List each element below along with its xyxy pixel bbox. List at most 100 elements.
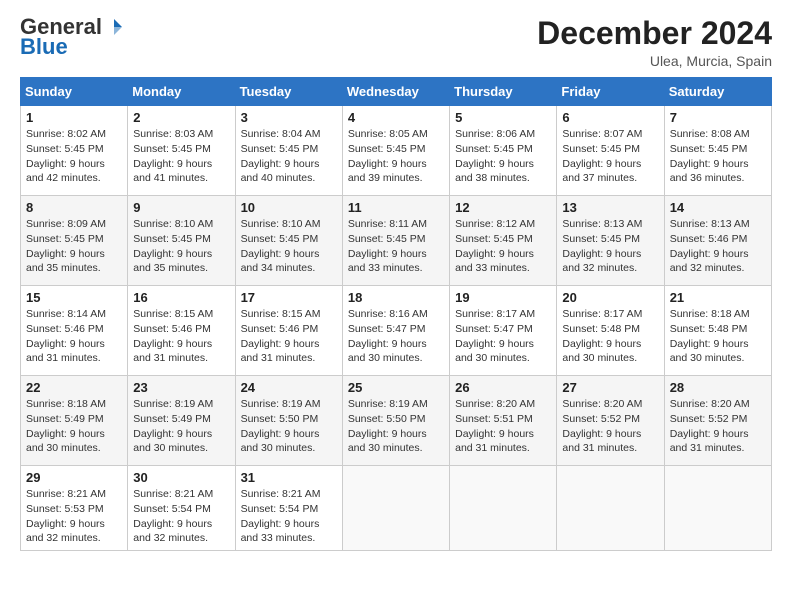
weekday-header: Saturday (664, 78, 771, 106)
calendar-cell: 12Sunrise: 8:12 AMSunset: 5:45 PMDayligh… (450, 196, 557, 286)
calendar-week-row: 29 Sunrise: 8:21 AMSunset: 5:53 PMDayligh… (21, 466, 772, 551)
calendar-cell: 23Sunrise: 8:19 AMSunset: 5:49 PMDayligh… (128, 376, 235, 466)
calendar-cell: 9Sunrise: 8:10 AMSunset: 5:45 PMDaylight… (128, 196, 235, 286)
calendar-cell: 3Sunrise: 8:04 AMSunset: 5:45 PMDaylight… (235, 106, 342, 196)
weekday-header-row: SundayMondayTuesdayWednesdayThursdayFrid… (21, 78, 772, 106)
cell-details: Sunrise: 8:17 AMSunset: 5:48 PMDaylight:… (562, 307, 658, 366)
title-block: December 2024 Ulea, Murcia, Spain (537, 16, 772, 69)
calendar-cell (342, 466, 449, 551)
cell-details: Sunrise: 8:08 AMSunset: 5:45 PMDaylight:… (670, 127, 766, 186)
cell-details: Sunrise: 8:13 AMSunset: 5:46 PMDaylight:… (670, 217, 766, 276)
weekday-header: Sunday (21, 78, 128, 106)
calendar-cell: 13 Sunrise: 8:13 AMSunset: 5:45 PMDayligh… (557, 196, 664, 286)
cell-details: Sunrise: 8:05 AMSunset: 5:45 PMDaylight:… (348, 127, 444, 186)
day-number: 4 (348, 110, 444, 125)
day-number: 29 (26, 470, 122, 485)
day-number: 15 (26, 290, 122, 305)
day-number: 21 (670, 290, 766, 305)
cell-details: Sunrise: 8:02 AMSunset: 5:45 PMDaylight:… (26, 127, 122, 186)
day-number: 6 (562, 110, 658, 125)
logo-blue-text: Blue (20, 34, 68, 60)
day-number: 27 (562, 380, 658, 395)
cell-details: Sunrise: 8:06 AMSunset: 5:45 PMDaylight:… (455, 127, 551, 186)
cell-details: Sunrise: 8:21 AMSunset: 5:54 PMDaylight:… (241, 487, 337, 546)
calendar-week-row: 15 Sunrise: 8:14 AMSunset: 5:46 PMDayligh… (21, 286, 772, 376)
cell-details: Sunrise: 8:15 AMSunset: 5:46 PMDaylight:… (241, 307, 337, 366)
day-number: 31 (241, 470, 337, 485)
calendar-cell: 16 Sunrise: 8:15 AMSunset: 5:46 PMDayligh… (128, 286, 235, 376)
day-number: 13 (562, 200, 658, 215)
cell-details: Sunrise: 8:15 AMSunset: 5:46 PMDaylight:… (133, 307, 229, 366)
calendar-week-row: 1 Sunrise: 8:02 AMSunset: 5:45 PMDaylight… (21, 106, 772, 196)
cell-details: Sunrise: 8:07 AMSunset: 5:45 PMDaylight:… (562, 127, 658, 186)
day-number: 5 (455, 110, 551, 125)
calendar-cell: 4 Sunrise: 8:05 AMSunset: 5:45 PMDaylight… (342, 106, 449, 196)
calendar-table: SundayMondayTuesdayWednesdayThursdayFrid… (20, 77, 772, 551)
day-number: 30 (133, 470, 229, 485)
day-number: 25 (348, 380, 444, 395)
cell-details: Sunrise: 8:21 AMSunset: 5:53 PMDaylight:… (26, 487, 122, 546)
day-number: 2 (133, 110, 229, 125)
weekday-header: Friday (557, 78, 664, 106)
calendar-cell: 14 Sunrise: 8:13 AMSunset: 5:46 PMDayligh… (664, 196, 771, 286)
calendar-cell: 8Sunrise: 8:09 AMSunset: 5:45 PMDaylight… (21, 196, 128, 286)
month-title: December 2024 (537, 16, 772, 51)
cell-details: Sunrise: 8:20 AMSunset: 5:51 PMDaylight:… (455, 397, 551, 456)
calendar-cell: 18 Sunrise: 8:16 AMSunset: 5:47 PMDayligh… (342, 286, 449, 376)
calendar-week-row: 8Sunrise: 8:09 AMSunset: 5:45 PMDaylight… (21, 196, 772, 286)
cell-details: Sunrise: 8:21 AMSunset: 5:54 PMDaylight:… (133, 487, 229, 546)
logo-flag-icon (104, 17, 124, 37)
day-number: 18 (348, 290, 444, 305)
day-number: 10 (241, 200, 337, 215)
calendar-cell: 21 Sunrise: 8:18 AMSunset: 5:48 PMDayligh… (664, 286, 771, 376)
day-number: 8 (26, 200, 122, 215)
weekday-header: Monday (128, 78, 235, 106)
calendar-cell: 28 Sunrise: 8:20 AMSunset: 5:52 PMDayligh… (664, 376, 771, 466)
calendar-cell: 20 Sunrise: 8:17 AMSunset: 5:48 PMDayligh… (557, 286, 664, 376)
calendar-cell: 27Sunrise: 8:20 AMSunset: 5:52 PMDayligh… (557, 376, 664, 466)
day-number: 7 (670, 110, 766, 125)
cell-details: Sunrise: 8:16 AMSunset: 5:47 PMDaylight:… (348, 307, 444, 366)
calendar-cell: 5 Sunrise: 8:06 AMSunset: 5:45 PMDaylight… (450, 106, 557, 196)
day-number: 24 (241, 380, 337, 395)
cell-details: Sunrise: 8:19 AMSunset: 5:50 PMDaylight:… (348, 397, 444, 456)
calendar-cell: 29 Sunrise: 8:21 AMSunset: 5:53 PMDayligh… (21, 466, 128, 551)
calendar-cell: 26 Sunrise: 8:20 AMSunset: 5:51 PMDayligh… (450, 376, 557, 466)
cell-details: Sunrise: 8:17 AMSunset: 5:47 PMDaylight:… (455, 307, 551, 366)
calendar-cell: 15 Sunrise: 8:14 AMSunset: 5:46 PMDayligh… (21, 286, 128, 376)
calendar-cell: 17 Sunrise: 8:15 AMSunset: 5:46 PMDayligh… (235, 286, 342, 376)
cell-details: Sunrise: 8:10 AMSunset: 5:45 PMDaylight:… (241, 217, 337, 276)
cell-details: Sunrise: 8:03 AMSunset: 5:45 PMDaylight:… (133, 127, 229, 186)
cell-details: Sunrise: 8:12 AMSunset: 5:45 PMDaylight:… (455, 217, 551, 276)
cell-details: Sunrise: 8:20 AMSunset: 5:52 PMDaylight:… (670, 397, 766, 456)
cell-details: Sunrise: 8:14 AMSunset: 5:46 PMDaylight:… (26, 307, 122, 366)
calendar-cell: 19Sunrise: 8:17 AMSunset: 5:47 PMDayligh… (450, 286, 557, 376)
day-number: 26 (455, 380, 551, 395)
weekday-header: Tuesday (235, 78, 342, 106)
day-number: 1 (26, 110, 122, 125)
calendar-cell: 7 Sunrise: 8:08 AMSunset: 5:45 PMDaylight… (664, 106, 771, 196)
page-header: General Blue December 2024 Ulea, Murcia,… (20, 16, 772, 69)
calendar-cell: 24 Sunrise: 8:19 AMSunset: 5:50 PMDayligh… (235, 376, 342, 466)
day-number: 20 (562, 290, 658, 305)
calendar-cell: 1 Sunrise: 8:02 AMSunset: 5:45 PMDaylight… (21, 106, 128, 196)
calendar-cell: 22 Sunrise: 8:18 AMSunset: 5:49 PMDayligh… (21, 376, 128, 466)
cell-details: Sunrise: 8:13 AMSunset: 5:45 PMDaylight:… (562, 217, 658, 276)
weekday-header: Thursday (450, 78, 557, 106)
calendar-cell: 10 Sunrise: 8:10 AMSunset: 5:45 PMDayligh… (235, 196, 342, 286)
day-number: 11 (348, 200, 444, 215)
calendar-week-row: 22 Sunrise: 8:18 AMSunset: 5:49 PMDayligh… (21, 376, 772, 466)
calendar-cell (450, 466, 557, 551)
calendar-cell: 30 Sunrise: 8:21 AMSunset: 5:54 PMDayligh… (128, 466, 235, 551)
day-number: 23 (133, 380, 229, 395)
cell-details: Sunrise: 8:19 AMSunset: 5:50 PMDaylight:… (241, 397, 337, 456)
day-number: 16 (133, 290, 229, 305)
day-number: 28 (670, 380, 766, 395)
calendar-cell: 2 Sunrise: 8:03 AMSunset: 5:45 PMDaylight… (128, 106, 235, 196)
logo: General Blue (20, 16, 124, 60)
day-number: 22 (26, 380, 122, 395)
cell-details: Sunrise: 8:18 AMSunset: 5:49 PMDaylight:… (26, 397, 122, 456)
day-number: 14 (670, 200, 766, 215)
cell-details: Sunrise: 8:18 AMSunset: 5:48 PMDaylight:… (670, 307, 766, 366)
day-number: 17 (241, 290, 337, 305)
